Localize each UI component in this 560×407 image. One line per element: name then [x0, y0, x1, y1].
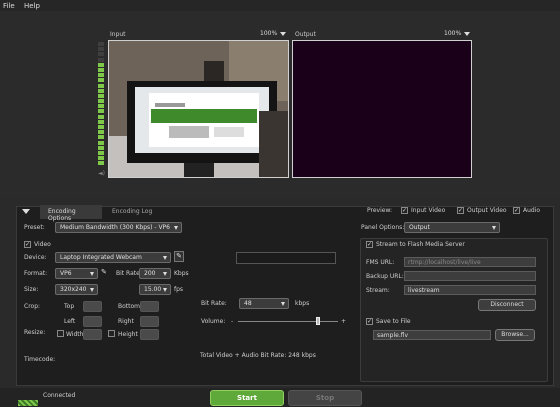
audio-checkbox[interactable]: ✓ [513, 207, 520, 214]
crop-right-label: Right [118, 318, 134, 325]
resize-checkbox[interactable] [57, 330, 64, 337]
video-bitrate-label: Bit Rate [116, 270, 140, 277]
size-label: Size: [24, 286, 39, 293]
resize-width-label: Width [66, 331, 84, 338]
output-video-checkbox[interactable]: ✓ [457, 207, 464, 214]
output-video [292, 40, 472, 178]
format-label: Format: [24, 270, 48, 277]
preset-label: Preset: [24, 224, 45, 231]
format-select[interactable]: VP6 [55, 268, 98, 279]
resize-width-spinner[interactable] [83, 329, 102, 340]
output-video-label: Output Video [467, 207, 507, 214]
volume-slider-track[interactable] [238, 321, 338, 322]
input-video-checkbox[interactable]: ✓ [401, 207, 408, 214]
audio-level-meter [98, 42, 104, 170]
crop-top-label: Top [64, 303, 75, 310]
volume-slider-thumb[interactable] [316, 317, 320, 325]
preset-select[interactable]: Medium Bandwidth (300 Kbps) - VP6 [55, 222, 182, 233]
menu-help[interactable]: Help [24, 2, 40, 10]
tab-encoding-options[interactable]: Encoding Options [40, 205, 102, 222]
disconnect-button[interactable]: Disconnect [478, 299, 536, 311]
stream-name-field[interactable]: livestream [404, 285, 536, 295]
connection-indicator [18, 400, 38, 406]
resize-height-spinner[interactable] [140, 329, 159, 340]
crop-label: Crop: [24, 303, 41, 310]
video-bitrate-select[interactable]: 200 [139, 268, 171, 279]
crop-bottom-label: Bottom [118, 303, 141, 310]
fps-select[interactable]: 15.00 [139, 284, 171, 295]
collapse-icon[interactable] [22, 209, 30, 214]
save-file-checkbox[interactable]: ✓ [366, 318, 373, 325]
crop-left-label: Left [64, 318, 76, 325]
chevron-down-icon [280, 31, 287, 36]
crop-bottom-spinner[interactable] [140, 301, 159, 312]
audio-bitrate-select[interactable]: 48 [239, 298, 289, 309]
menu-bar: File Help [0, 0, 560, 11]
tab-encoding-log[interactable]: Encoding Log [104, 205, 164, 219]
stream-checkbox[interactable]: ✓ [366, 241, 373, 248]
backup-url-field[interactable] [404, 271, 536, 281]
stream-label: Stream to Flash Media Server [376, 241, 465, 248]
resize-label: Resize: [24, 329, 46, 336]
video-checkbox[interactable]: ✓ [24, 241, 31, 248]
audio-label: Audio [523, 207, 541, 214]
speaker-icon: ◄) [98, 170, 105, 177]
audio-device-field[interactable] [236, 252, 336, 264]
fms-url-label: FMS URL: [366, 259, 395, 266]
output-zoom[interactable]: 100% [444, 30, 471, 37]
status-text: Connected [43, 392, 76, 399]
output-title: Output [295, 31, 316, 38]
input-zoom[interactable]: 100% [260, 30, 287, 37]
format-settings-icon[interactable]: ✎ [101, 268, 107, 276]
device-label: Device: [24, 254, 47, 261]
total-bitrate: Total Video + Audio Bit Rate: 248 kbps [200, 352, 316, 359]
backup-url-label: Backup URL: [366, 273, 404, 280]
volume-label: Volume: [201, 318, 226, 325]
audio-bitrate-unit: kbps [295, 300, 310, 307]
aspect-lock-checkbox[interactable] [108, 330, 115, 337]
input-video [108, 40, 289, 178]
wrench-icon[interactable]: ✎ [174, 251, 184, 262]
video-label: Video [34, 241, 51, 248]
webcam-frame-image [109, 41, 288, 177]
stream-name-label: Stream: [366, 287, 390, 294]
size-select[interactable]: 320x240 [55, 284, 98, 295]
input-video-label: Input Video [411, 207, 446, 214]
volume-plus: + [341, 318, 347, 325]
panel-options-label: Panel Options: [361, 224, 405, 231]
volume-minus: - [231, 318, 234, 325]
video-bitrate-unit: Kbps [174, 270, 189, 277]
start-button[interactable]: Start [210, 390, 284, 406]
crop-top-spinner[interactable] [83, 301, 102, 312]
fps-unit: fps [174, 286, 184, 293]
stop-button[interactable]: Stop [288, 390, 362, 406]
chevron-down-icon [464, 31, 471, 36]
save-file-label: Save to File [376, 318, 411, 325]
device-select[interactable]: Laptop Integrated Webcam [55, 252, 171, 263]
browse-button[interactable]: Browse... [495, 329, 535, 341]
resize-height-label: Height [118, 331, 138, 338]
crop-right-spinner[interactable] [140, 316, 159, 327]
preview-label: Preview: [367, 207, 393, 214]
crop-left-spinner[interactable] [83, 316, 102, 327]
fms-url-field[interactable]: rtmp://localhost/live/live [404, 257, 536, 267]
timecode-label: Timecode: [24, 356, 56, 363]
input-title: Input [110, 31, 126, 38]
menu-file[interactable]: File [3, 2, 15, 10]
save-file-field[interactable]: sample.flv [373, 330, 491, 340]
panel-options-select[interactable]: Output [404, 222, 500, 233]
audio-bitrate-label: Bit Rate: [201, 300, 227, 307]
